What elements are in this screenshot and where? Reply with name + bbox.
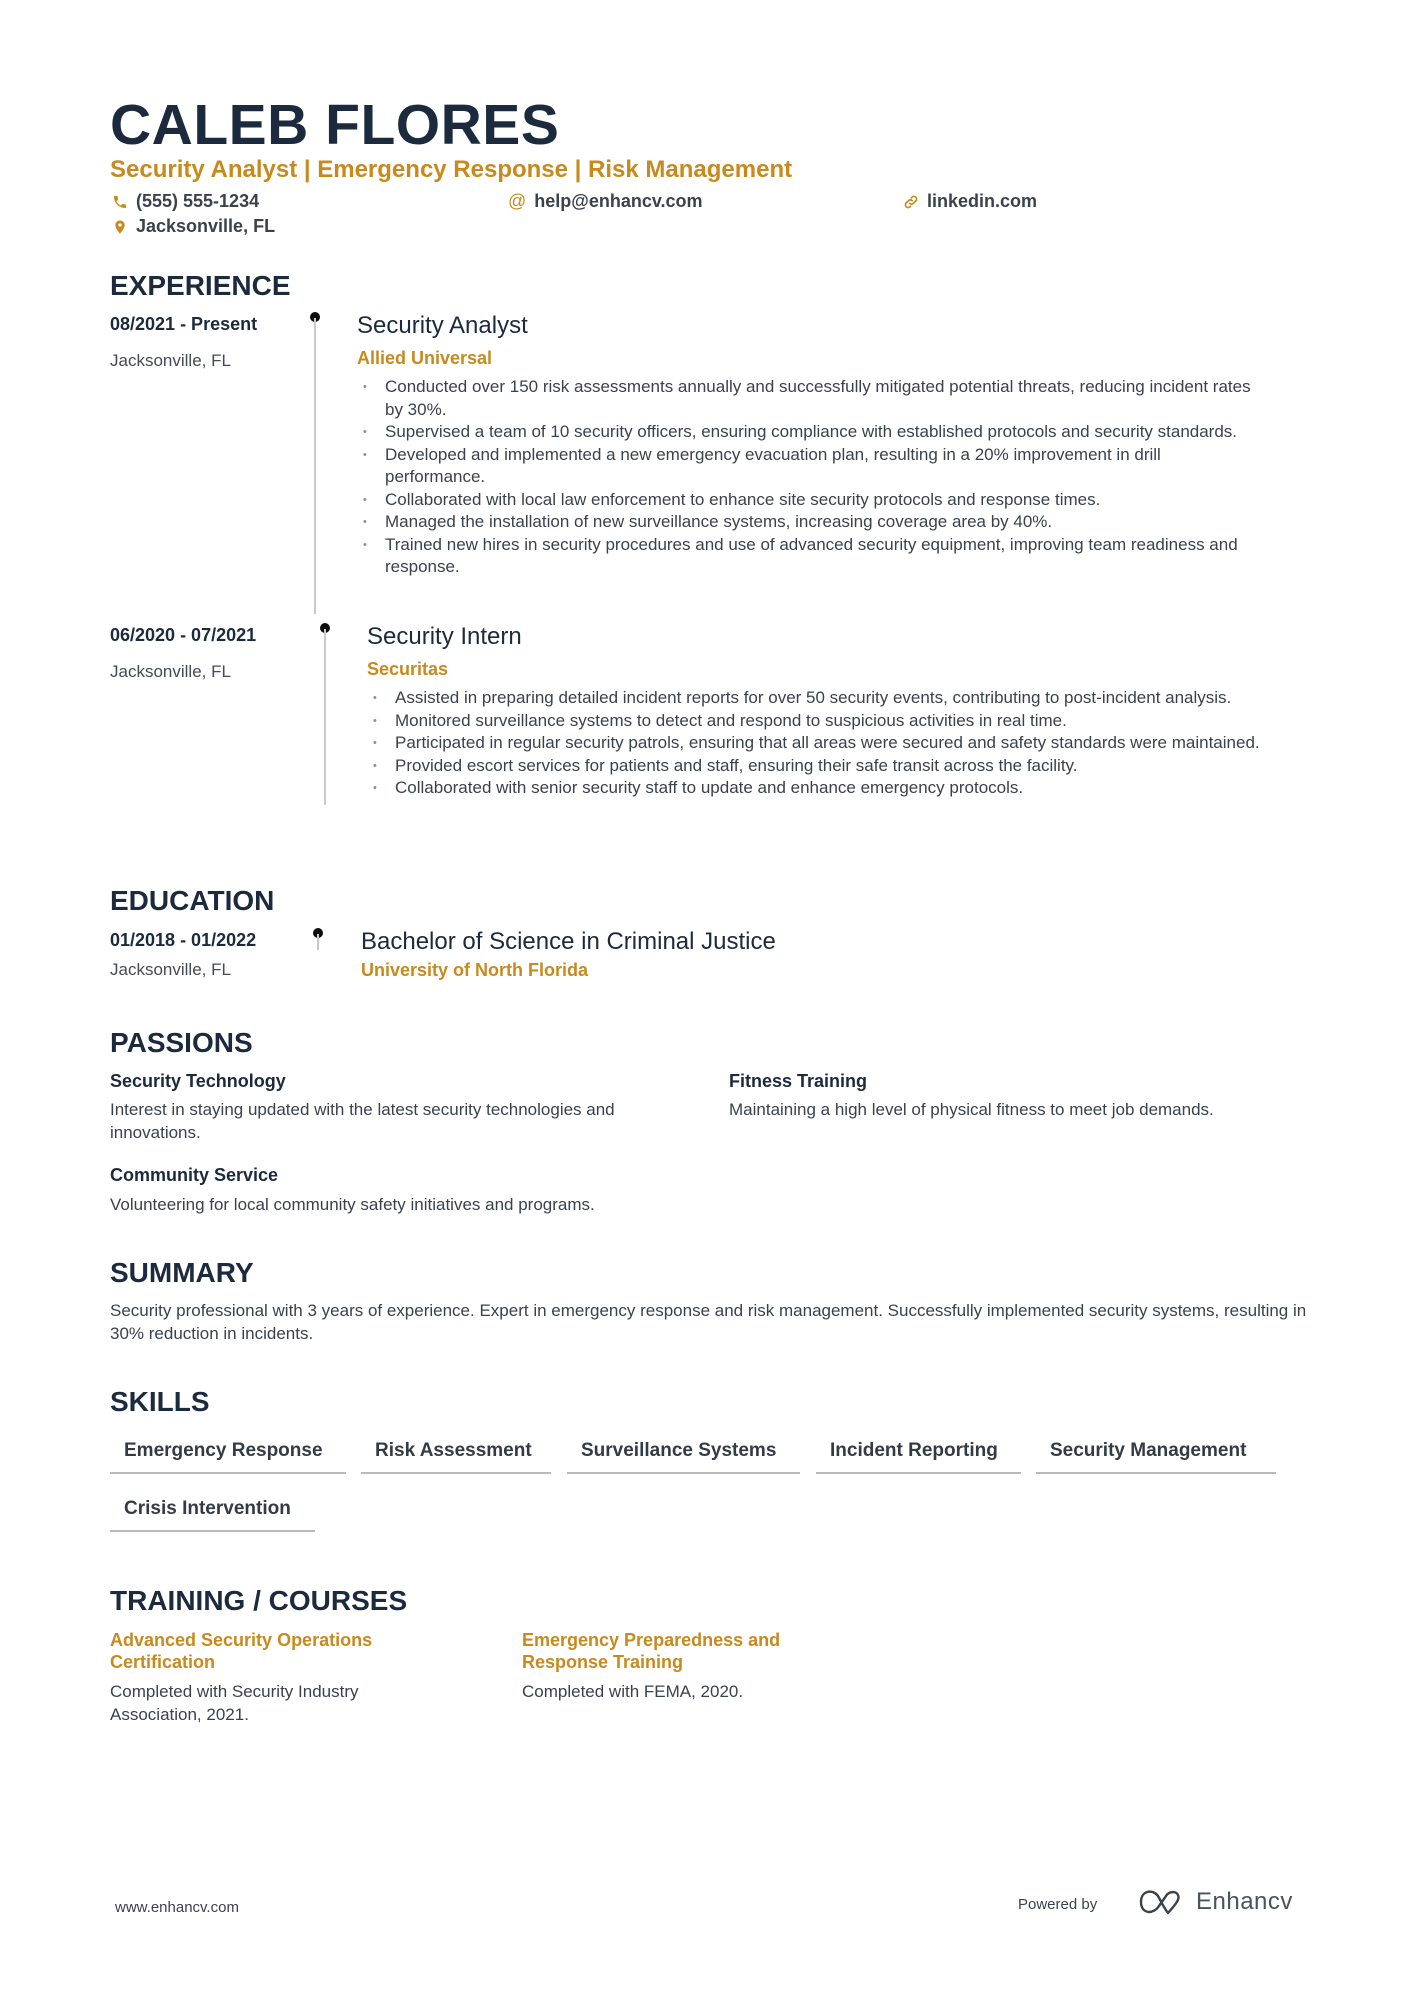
- phone-text: (555) 555-1234: [136, 191, 260, 211]
- bullet-item: Provided escort services for patients an…: [367, 755, 1267, 778]
- skills-heading: SKILLS: [110, 1386, 210, 1417]
- location-text: Jacksonville, FL: [136, 216, 276, 236]
- passion-title: Security Technology: [110, 1071, 286, 1091]
- education-heading: EDUCATION: [110, 885, 275, 916]
- bullet-item: Trained new hires in security procedures…: [357, 534, 1257, 579]
- at-icon: @: [508, 191, 527, 211]
- experience-date: 08/2021 - Present: [110, 314, 258, 334]
- contact-location: Jacksonville, FL: [112, 216, 275, 237]
- skill-tag: Emergency Response: [110, 1440, 346, 1474]
- contact-linkedin[interactable]: linkedin.com: [903, 191, 1037, 212]
- skill-tag: Risk Assessment: [361, 1440, 551, 1474]
- passion-desc: Maintaining a high level of physical fit…: [729, 1100, 1214, 1119]
- timeline-line: [314, 318, 316, 614]
- bullet-item: Participated in regular security patrols…: [367, 732, 1267, 755]
- enhancv-logo-icon: [1139, 1890, 1180, 1915]
- experience-company: Allied Universal: [357, 348, 493, 368]
- experience-role: Security Intern: [367, 623, 522, 650]
- summary-heading: SUMMARY: [110, 1257, 254, 1288]
- training-heading: TRAINING / COURSES: [110, 1585, 408, 1616]
- passion-desc: Volunteering for local community safety …: [110, 1195, 595, 1214]
- phone-icon: [114, 195, 126, 208]
- passion-desc: Interest in staying updated with the lat…: [110, 1100, 615, 1142]
- candidate-name: CALEB FLORES: [110, 93, 560, 157]
- bullet-item: Supervised a team of 10 security officer…: [357, 421, 1257, 444]
- experience-date: 06/2020 - 07/2021: [110, 625, 257, 645]
- summary-text: Security professional with 3 years of ex…: [110, 1301, 1307, 1343]
- experience-location: Jacksonville, FL: [110, 351, 231, 370]
- bullet-item: Assisted in preparing detailed incident …: [367, 687, 1267, 710]
- timeline-line: [317, 934, 319, 950]
- experience-location: Jacksonville, FL: [110, 662, 231, 681]
- bullet-item: Conducted over 150 risk assessments annu…: [357, 376, 1257, 421]
- passions-heading: PASSIONS: [110, 1027, 253, 1058]
- course-desc: Completed with FEMA, 2020.: [522, 1682, 744, 1701]
- powered-by-label: Powered by: [1018, 1896, 1098, 1913]
- experience-bullets: Conducted over 150 risk assessments annu…: [357, 376, 1257, 579]
- passion-title: Fitness Training: [729, 1071, 868, 1091]
- enhancv-logo[interactable]: Enhancv: [1138, 1888, 1293, 1916]
- course-title: Emergency Preparedness and Response Trai…: [522, 1630, 781, 1672]
- passion-title: Community Service: [110, 1165, 279, 1185]
- link-icon: [904, 195, 918, 208]
- skill-tag: Crisis Intervention: [110, 1498, 315, 1532]
- skill-tag: Security Management: [1036, 1440, 1276, 1474]
- experience-bullets: Assisted in preparing detailed incident …: [367, 687, 1267, 800]
- skill-tag: Surveillance Systems: [567, 1440, 800, 1474]
- education-school: University of North Florida: [361, 960, 589, 980]
- experience-company: Securitas: [367, 659, 449, 679]
- skill-tag: Incident Reporting: [816, 1440, 1021, 1474]
- headline: Security Analyst | Emergency Response | …: [110, 156, 793, 183]
- contact-email[interactable]: @ help@enhancv.com: [508, 191, 703, 212]
- email-text[interactable]: help@enhancv.com: [534, 191, 702, 212]
- education-degree: Bachelor of Science in Criminal Justice: [361, 928, 776, 955]
- experience-heading: EXPERIENCE: [110, 270, 291, 301]
- education-location: Jacksonville, FL: [110, 960, 231, 979]
- course-desc: Completed with Security Industry Associa…: [110, 1682, 359, 1724]
- footer-url[interactable]: www.enhancv.com: [115, 1899, 239, 1916]
- bullet-item: Developed and implemented a new emergenc…: [357, 444, 1257, 489]
- bullet-item: Collaborated with local law enforcement …: [357, 489, 1257, 512]
- bullet-item: Monitored surveillance systems to detect…: [367, 710, 1267, 733]
- bullet-item: Collaborated with senior security staff …: [367, 777, 1267, 800]
- course-title: Advanced Security Operations Certificati…: [110, 1630, 373, 1672]
- enhancv-brand: Enhancv: [1196, 1888, 1293, 1915]
- experience-role: Security Analyst: [357, 312, 528, 339]
- linkedin-text[interactable]: linkedin.com: [927, 191, 1037, 212]
- location-pin-icon: [115, 219, 125, 234]
- bullet-item: Managed the installation of new surveill…: [357, 511, 1257, 534]
- contact-phone: (555) 555-1234: [112, 191, 259, 212]
- timeline-line: [324, 629, 326, 805]
- education-date: 01/2018 - 01/2022: [110, 930, 257, 950]
